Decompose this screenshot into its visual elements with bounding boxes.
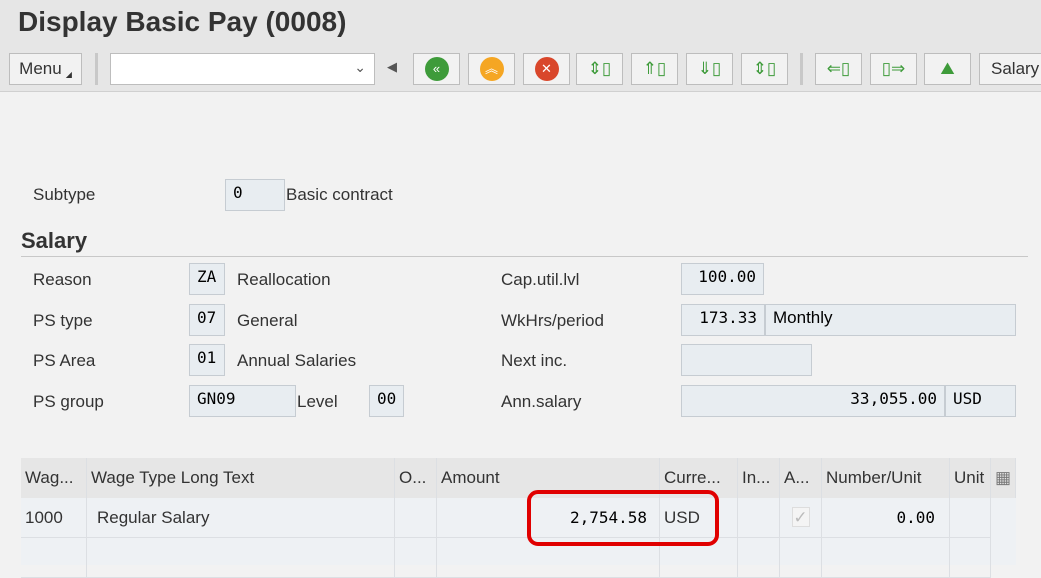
period-field[interactable]: Monthly (765, 304, 1016, 336)
subtype-text: Basic contract (286, 185, 393, 204)
previous-entry-icon: ⇐▯ (826, 59, 851, 78)
page-title: Display Basic Pay (0008) (18, 6, 347, 37)
cell-operation[interactable] (395, 498, 437, 538)
ps-area-field[interactable]: 01 (189, 344, 225, 376)
salary-button[interactable]: Salary (979, 53, 1041, 85)
ann-salary-currency-field[interactable]: USD (945, 385, 1016, 417)
cap-util-field[interactable]: 100.00 (681, 263, 764, 295)
ps-type-field[interactable]: 07 (189, 304, 225, 336)
wkhrs-label: WkHrs/period (501, 311, 604, 330)
empty-cell[interactable] (738, 538, 780, 578)
empty-cell[interactable] (822, 538, 950, 578)
next-entry-icon: ▯⇒ (881, 59, 906, 78)
reason-label: Reason (33, 270, 92, 289)
next-entry-button[interactable]: ▯⇒ (870, 53, 917, 85)
empty-cell[interactable] (21, 538, 87, 578)
cell-unit[interactable] (950, 498, 991, 538)
salary-button-label: Salary (991, 59, 1040, 78)
subtype-field[interactable]: 0 (225, 179, 285, 211)
col-header-wage-type[interactable]: Wag... (21, 458, 87, 498)
highlight-box (527, 490, 719, 546)
ps-area-text: Annual Salaries (237, 351, 357, 370)
col-header-number[interactable]: Number/Unit (822, 458, 950, 498)
cell-indirect[interactable] (738, 498, 780, 538)
divider (21, 256, 1028, 257)
previous-record-icon: ︽ (479, 57, 504, 81)
image-button[interactable]: ⛰ (924, 53, 971, 85)
level-field[interactable]: 00 (369, 385, 404, 417)
next-page-button[interactable]: ⇓▯ (686, 53, 733, 85)
checkmark-icon: ✓ (791, 507, 810, 527)
cell-long-text[interactable]: Regular Salary (87, 498, 395, 538)
subtype-label: Subtype (33, 185, 96, 204)
col-header-assign[interactable]: A... (780, 458, 822, 498)
ps-group-field[interactable]: GN09 (189, 385, 296, 417)
empty-cell[interactable] (950, 538, 991, 578)
prev-page-icon: ⇑▯ (642, 59, 667, 78)
next-inc-field[interactable] (681, 344, 812, 376)
salary-heading: Salary (21, 228, 88, 253)
wkhrs-field[interactable]: 173.33 (681, 304, 765, 336)
ps-type-text: General (237, 311, 298, 330)
reason-field[interactable]: ZA (189, 263, 225, 295)
cell-number[interactable]: 0.00 (822, 498, 950, 538)
ps-group-label: PS group (33, 392, 104, 411)
col-header-unit[interactable]: Unit (950, 458, 991, 498)
last-page-icon: ⇕▯ (752, 59, 777, 78)
previous-page-button[interactable]: ⇑▯ (631, 53, 678, 85)
empty-cell[interactable] (395, 538, 437, 578)
separator (800, 53, 803, 85)
level-label: Level (297, 392, 338, 411)
ps-area-label: PS Area (33, 351, 96, 370)
assign-checkbox[interactable]: ✓ (780, 498, 822, 538)
next-inc-label: Next inc. (501, 351, 568, 370)
exit-button[interactable]: ︽ (468, 53, 515, 85)
next-page-icon: ⇓▯ (697, 59, 722, 78)
previous-entry-button[interactable]: ⇐▯ (815, 53, 862, 85)
command-field[interactable]: ⌄ (110, 53, 375, 85)
delete-icon: ✕ (534, 57, 559, 81)
title-bar: Display Basic Pay (0008) (0, 0, 1041, 45)
ps-type-label: PS type (33, 311, 93, 330)
empty-cell[interactable] (780, 538, 822, 578)
collapse-triangle-icon[interactable]: ◀ (387, 59, 397, 75)
ann-salary-label: Ann.salary (501, 392, 582, 411)
corner-icon: ◢ (65, 69, 72, 79)
menu-button[interactable]: Menu ◢ (9, 53, 82, 85)
image-icon: ⛰ (940, 59, 955, 78)
first-page-icon: ⇕▯ (587, 59, 612, 78)
reason-text: Reallocation (237, 270, 331, 289)
cancel-button[interactable]: ✕ (523, 53, 570, 85)
chevron-down-icon: ⌄ (354, 59, 366, 75)
back-button[interactable]: « (413, 53, 460, 85)
col-header-long-text[interactable]: Wage Type Long Text (87, 458, 395, 498)
ann-salary-field[interactable]: 33,055.00 (681, 385, 945, 417)
column-settings-icon[interactable]: ▦ (991, 458, 1016, 498)
toolbar: Menu ◢ ⌄ ◀ « ︽ ✕ ⇕▯ ⇑▯ ⇓▯ ⇕▯ ⇐▯ ▯⇒ ⛰ Sala… (0, 45, 1041, 92)
first-record-icon: « (424, 57, 449, 81)
cap-util-label: Cap.util.lvl (501, 270, 580, 289)
empty-cell[interactable] (87, 538, 395, 578)
first-page-button[interactable]: ⇕▯ (576, 53, 623, 85)
col-header-operation[interactable]: O... (395, 458, 437, 498)
menu-label: Menu (19, 59, 62, 78)
col-header-indirect[interactable]: In... (738, 458, 780, 498)
cell-wage-type[interactable]: 1000 (21, 498, 87, 538)
separator (95, 53, 98, 85)
last-page-button[interactable]: ⇕▯ (741, 53, 788, 85)
wage-type-table: Wag... Wage Type Long Text O... Amount C… (21, 458, 1016, 578)
